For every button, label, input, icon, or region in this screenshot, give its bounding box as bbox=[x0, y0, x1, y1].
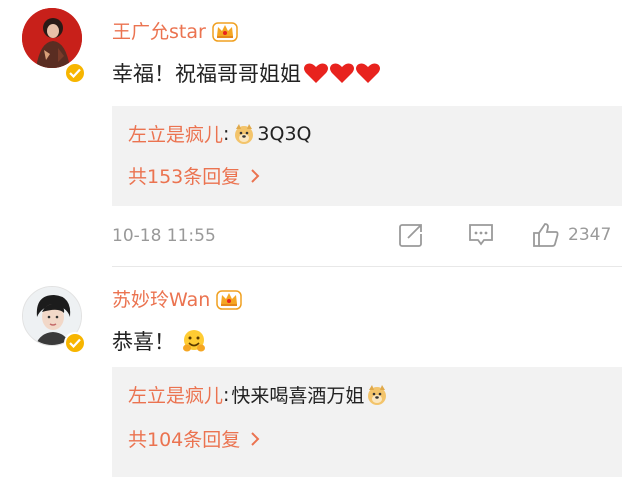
comment-author[interactable]: 王广允star bbox=[112, 17, 238, 44]
heart-icon bbox=[356, 63, 380, 83]
comment-text: 幸福！祝福哥哥姐姐 bbox=[112, 58, 381, 88]
comment-item: 苏妙玲Wan 恭喜！ 左立是疯儿 : 快来喝喜酒万姐 共104条回复 bbox=[0, 268, 640, 477]
verified-badge-icon bbox=[64, 62, 86, 84]
hug-emoji-icon bbox=[181, 328, 207, 354]
share-button[interactable] bbox=[398, 222, 424, 248]
comment-button[interactable] bbox=[467, 222, 495, 248]
heart-icon bbox=[330, 63, 354, 83]
like-icon bbox=[533, 223, 559, 247]
comment-timestamp: 10-18 11:55 bbox=[112, 226, 216, 246]
reply-text: 3Q3Q bbox=[257, 122, 312, 145]
hearts bbox=[303, 62, 381, 84]
reply-line: 左立是疯儿 : 3Q3Q bbox=[128, 120, 312, 147]
divider bbox=[112, 266, 622, 267]
reply-line: 左立是疯儿 : 快来喝喜酒万姐 bbox=[128, 381, 388, 408]
author-name[interactable]: 苏妙玲Wan bbox=[112, 285, 210, 312]
comment-text-content: 幸福！祝福哥哥姐姐 bbox=[112, 62, 301, 86]
reply-author[interactable]: 左立是疯儿 bbox=[128, 381, 223, 408]
doge-emoji-icon bbox=[233, 123, 255, 145]
crown-icon bbox=[216, 288, 243, 310]
avatar[interactable] bbox=[22, 8, 82, 68]
comment-icon bbox=[469, 224, 493, 246]
view-replies-link[interactable]: 共104条回复 bbox=[128, 425, 260, 452]
comment-author[interactable]: 苏妙玲Wan bbox=[112, 285, 243, 312]
view-replies-label[interactable]: 共104条回复 bbox=[128, 425, 240, 452]
like-count: 2347 bbox=[568, 225, 612, 245]
verified-badge-icon bbox=[64, 332, 86, 354]
comment-text-content: 恭喜！ bbox=[112, 330, 175, 354]
chevron-right-icon bbox=[251, 431, 260, 446]
reply-box[interactable]: 左立是疯儿 : 3Q3Q 共153条回复 bbox=[112, 106, 622, 206]
crown-icon bbox=[212, 20, 238, 42]
heart-icon bbox=[304, 63, 328, 83]
comment-item: 王广允star 幸福！祝福哥哥姐姐 左立是疯儿 : 3Q3Q 共153条回复 1… bbox=[0, 0, 640, 268]
view-replies-link[interactable]: 共153条回复 bbox=[128, 162, 260, 189]
chevron-right-icon bbox=[251, 168, 260, 183]
share-icon bbox=[399, 224, 422, 247]
doge-emoji-icon bbox=[366, 384, 388, 406]
reply-box[interactable]: 左立是疯儿 : 快来喝喜酒万姐 共104条回复 bbox=[112, 367, 622, 477]
reply-separator: : bbox=[223, 122, 230, 145]
reply-author[interactable]: 左立是疯儿 bbox=[128, 120, 223, 147]
reply-text: 快来喝喜酒万姐 bbox=[231, 385, 365, 407]
comment-text: 恭喜！ bbox=[112, 326, 207, 356]
author-name[interactable]: 王广允star bbox=[112, 17, 206, 44]
view-replies-label[interactable]: 共153条回复 bbox=[128, 162, 240, 189]
like-button[interactable]: 2347 bbox=[532, 222, 611, 248]
reply-separator: : bbox=[223, 383, 230, 406]
